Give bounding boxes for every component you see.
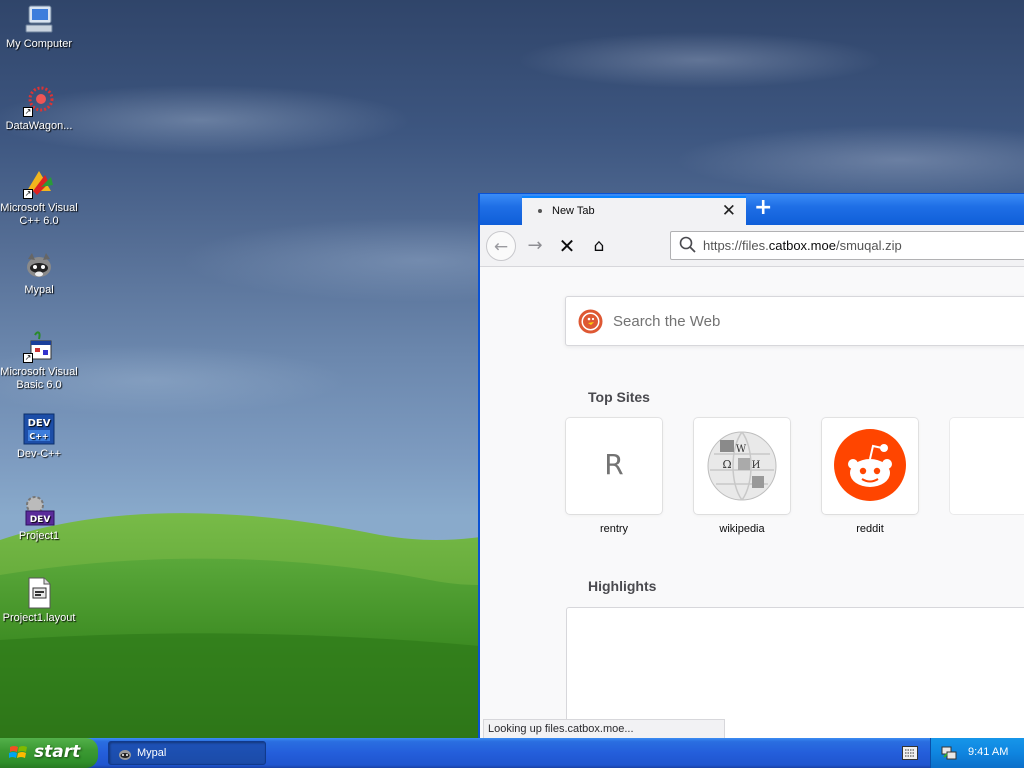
svg-text:Ω: Ω bbox=[722, 458, 731, 471]
tab-new-tab[interactable]: New Tab ✕ bbox=[522, 196, 746, 226]
top-site-label: wikipedia bbox=[719, 523, 765, 535]
computer-icon bbox=[25, 5, 53, 33]
rentry-letter-icon: R bbox=[604, 448, 624, 481]
shortcut-arrow-icon: ↗ bbox=[23, 107, 33, 117]
browser-title-bar[interactable]: New Tab ✕ + bbox=[480, 194, 1024, 226]
duckduckgo-icon bbox=[578, 309, 603, 334]
desktop-icon-label: Project1 bbox=[18, 530, 60, 542]
shortcut-arrow-icon: ↗ bbox=[23, 189, 33, 199]
search-placeholder: Search the Web bbox=[613, 313, 721, 330]
devcpp-icon: DEV C++ bbox=[23, 413, 55, 445]
url-domain: catbox.moe bbox=[768, 238, 836, 253]
reddit-icon bbox=[834, 429, 906, 501]
back-button[interactable]: ← bbox=[486, 231, 516, 261]
desktop-icon-visual-basic[interactable]: ↗ Microsoft Visual Basic 6.0 bbox=[0, 331, 78, 392]
clock[interactable]: 9:41 AM bbox=[968, 746, 1008, 758]
shortcut-arrow-icon: ↗ bbox=[23, 353, 33, 363]
visual-basic-icon: ↗ bbox=[23, 331, 55, 363]
network-icon[interactable] bbox=[941, 745, 957, 761]
visual-cpp-icon: ↗ bbox=[23, 167, 55, 199]
desktop-icon-label: Project1.layout bbox=[2, 612, 76, 624]
top-site-tile-rentry[interactable]: R bbox=[566, 418, 662, 514]
taskbar-button-mypal[interactable]: Mypal bbox=[108, 741, 266, 765]
tab-loading-icon bbox=[538, 209, 542, 213]
highlights-heading: Highlights bbox=[588, 578, 657, 594]
start-button[interactable]: start bbox=[0, 738, 98, 768]
svg-text:W: W bbox=[736, 444, 747, 455]
layout-file-icon bbox=[28, 577, 51, 609]
top-sites-heading: Top Sites bbox=[588, 389, 650, 405]
desktop-icon-devcpp[interactable]: DEV C++ Dev-C++ bbox=[0, 413, 78, 461]
taskbar: start Mypal 9:41 AM bbox=[0, 738, 1024, 768]
url-prefix: https://files. bbox=[703, 238, 769, 253]
tab-title: New Tab bbox=[552, 205, 595, 217]
desktop-icon-my-computer[interactable]: My Computer bbox=[0, 3, 78, 51]
web-search-box[interactable]: Search the Web bbox=[565, 296, 1024, 346]
desktop-icon-label: DataWagon... bbox=[5, 120, 73, 132]
home-button[interactable]: ⌂ bbox=[584, 231, 614, 261]
new-tab-button[interactable]: + bbox=[754, 195, 772, 220]
top-site-tile-empty[interactable] bbox=[950, 418, 1024, 514]
desktop-icon-visual-cpp[interactable]: ↗ Microsoft Visual C++ 6.0 bbox=[0, 167, 78, 228]
svg-text:DEV: DEV bbox=[28, 418, 51, 429]
url-path: /smuqal.zip bbox=[835, 238, 902, 253]
svg-text:И: И bbox=[752, 460, 761, 471]
browser-window: New Tab ✕ + ← → ✕ ⌂ https://files.catbox… bbox=[478, 193, 1024, 738]
tab-close-icon[interactable]: ✕ bbox=[722, 201, 736, 221]
forward-button[interactable]: → bbox=[520, 231, 550, 261]
desktop-icon-project1[interactable]: DEV Project1 bbox=[0, 495, 78, 543]
system-tray: 9:41 AM bbox=[930, 738, 1024, 768]
top-site-tile-reddit[interactable] bbox=[822, 418, 918, 514]
desktop-icon-label: Mypal bbox=[24, 284, 54, 296]
new-tab-page: Search the Web Top Sites R rentry Ω И W … bbox=[480, 267, 1024, 738]
svg-text:C++: C++ bbox=[29, 432, 48, 441]
devcpp-project-icon: DEV bbox=[25, 496, 55, 526]
mypal-icon bbox=[119, 750, 131, 760]
status-bar: Looking up files.catbox.moe... bbox=[483, 719, 725, 738]
windows-logo-icon bbox=[9, 746, 27, 758]
desktop-icon-mypal[interactable]: Mypal bbox=[0, 249, 78, 297]
top-site-label: rentry bbox=[599, 523, 629, 535]
top-site-tile-wikipedia[interactable]: Ω И W bbox=[694, 418, 790, 514]
keyboard-icon[interactable] bbox=[902, 746, 918, 760]
start-label: start bbox=[34, 742, 81, 762]
url-bar[interactable]: https://files.catbox.moe/smuqal.zip bbox=[670, 231, 1024, 260]
desktop-icon-label: Microsoft Visual Basic 6.0 bbox=[0, 366, 78, 391]
url-text: https://files.catbox.moe/smuqal.zip bbox=[703, 238, 902, 253]
desktop-icon-project1-layout[interactable]: Project1.layout bbox=[0, 577, 78, 625]
desktop-icon-datawagon[interactable]: ↗ DataWagon... bbox=[0, 85, 78, 133]
search-icon bbox=[679, 236, 696, 253]
desktop-icon-label: Dev-C++ bbox=[16, 448, 62, 460]
svg-text:DEV: DEV bbox=[30, 515, 51, 525]
desktop-icon-label: My Computer bbox=[5, 38, 73, 50]
mypal-icon bbox=[27, 253, 51, 277]
taskbar-button-label: Mypal bbox=[137, 747, 167, 759]
desktop-icon-label: Microsoft Visual C++ 6.0 bbox=[0, 202, 78, 227]
navigation-toolbar: ← → ✕ ⌂ https://files.catbox.moe/smuqal.… bbox=[480, 225, 1024, 267]
top-site-label: reddit bbox=[856, 523, 884, 535]
stop-button[interactable]: ✕ bbox=[552, 231, 582, 261]
datawagon-icon: ↗ bbox=[23, 85, 55, 117]
wikipedia-globe-icon: Ω И W bbox=[707, 431, 777, 501]
